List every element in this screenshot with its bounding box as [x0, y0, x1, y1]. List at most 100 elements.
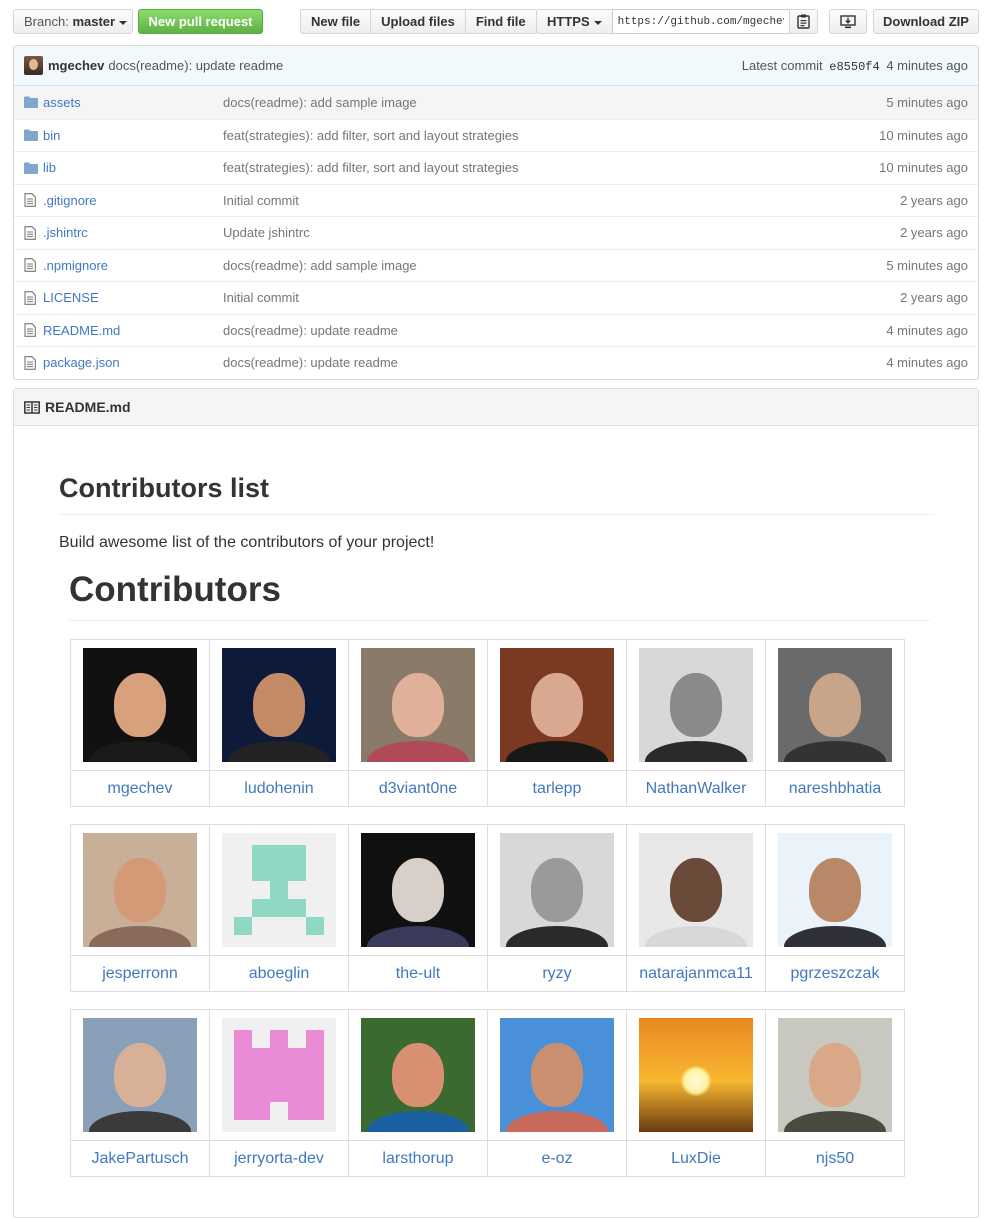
file-name-link[interactable]: lib [43, 160, 223, 175]
commit-age: 4 minutes ago [886, 57, 968, 73]
file-commit-message[interactable]: docs(readme): update readme [223, 355, 398, 370]
avatar[interactable] [500, 648, 614, 762]
table-row[interactable]: assets docs(readme): add sample image 5 mi… [14, 86, 978, 119]
file-name-link[interactable]: bin [43, 128, 223, 143]
table-row[interactable]: LICENSE Initial commit 2 years ago [14, 281, 978, 314]
contributor-link[interactable]: jesperronn [102, 965, 178, 982]
table-row[interactable]: README.md docs(readme): update readme 4 mi… [14, 313, 978, 347]
contributor-link[interactable]: JakePartusch [92, 1150, 189, 1167]
contributor-name-cell: jerryorta-dev [209, 1140, 349, 1177]
contributor-link[interactable]: e-oz [541, 1150, 572, 1167]
avatar[interactable] [83, 1018, 197, 1132]
contributor-link[interactable]: nareshbhatia [789, 780, 882, 797]
table-row[interactable]: lib feat(strategies): add filter, sort an… [14, 151, 978, 184]
file-name-link[interactable]: README.md [43, 323, 223, 338]
commit-message[interactable]: docs(readme): update readme [108, 58, 283, 73]
avatar[interactable] [639, 833, 753, 947]
contributor-link[interactable]: LuxDie [671, 1150, 721, 1167]
avatar[interactable] [778, 648, 892, 762]
clone-url-input[interactable] [611, 9, 790, 34]
file-text-icon [24, 225, 38, 240]
avatar[interactable] [83, 833, 197, 947]
table-row[interactable]: package.json docs(readme): update readme 4… [14, 346, 978, 379]
page-title: Contributors list [59, 473, 935, 515]
caret-down-icon [593, 20, 602, 25]
avatar[interactable] [361, 1018, 475, 1132]
contributor-link[interactable]: NathanWalker [646, 780, 747, 797]
commit-author[interactable]: mgechev [48, 58, 104, 73]
table-row[interactable]: .jshintrc Update jshintrc 2 years ago [14, 216, 978, 249]
identicon-avatar[interactable] [222, 1018, 336, 1132]
contributor-link[interactable]: the-ult [396, 965, 440, 982]
file-commit-message[interactable]: Initial commit [223, 193, 299, 208]
contributor-avatar-cell [209, 639, 349, 771]
avatar[interactable] [778, 833, 892, 947]
table-row[interactable]: .gitignore Initial commit 2 years ago [14, 183, 978, 217]
contributor-link[interactable]: pgrzeszczak [791, 965, 880, 982]
avatar[interactable] [500, 833, 614, 947]
contributor-name-cell: aboeglin [209, 955, 349, 992]
latest-commit-info: Latest commit e8550f4 4 minutes ago [742, 58, 968, 74]
contributor-link[interactable]: ludohenin [244, 780, 313, 797]
find-file-button[interactable]: Find file [464, 9, 537, 34]
file-commit-message[interactable]: docs(readme): update readme [223, 323, 398, 338]
avatar-row [70, 824, 905, 956]
open-in-desktop-button[interactable] [829, 9, 867, 34]
avatar[interactable] [500, 1018, 614, 1132]
file-commit-message[interactable]: docs(readme): add sample image [223, 258, 417, 273]
contributor-link[interactable]: aboeglin [249, 965, 310, 982]
contributor-link[interactable]: d3viant0ne [379, 780, 457, 797]
contributor-link[interactable]: larsthorup [382, 1150, 453, 1167]
file-name-link[interactable]: package.json [43, 355, 223, 370]
table-row[interactable]: .npmignore docs(readme): add sample image… [14, 248, 978, 282]
caret-down-icon [119, 20, 128, 25]
branch-name: master [72, 14, 116, 29]
new-file-button[interactable]: New file [300, 9, 372, 34]
upload-files-button[interactable]: Upload files [370, 9, 466, 34]
file-text-icon [24, 258, 38, 273]
contributor-link[interactable]: njs50 [816, 1150, 854, 1167]
branch-select-button[interactable]: Branch: master [13, 9, 133, 34]
file-commit-message[interactable]: feat(strategies): add filter, sort and l… [223, 128, 519, 143]
avatar[interactable] [361, 833, 475, 947]
contributor-link[interactable]: tarlepp [533, 780, 582, 797]
avatar[interactable] [222, 648, 336, 762]
avatar[interactable] [639, 648, 753, 762]
file-name-link[interactable]: assets [43, 95, 223, 110]
avatar[interactable] [639, 1018, 753, 1132]
file-commit-message[interactable]: docs(readme): add sample image [223, 95, 417, 110]
readme-filename: README.md [45, 399, 131, 415]
copy-url-button[interactable] [788, 9, 818, 34]
file-commit-message[interactable]: Update jshintrc [223, 225, 310, 240]
contributor-avatar-cell [70, 824, 210, 956]
commit-sha[interactable]: e8550f4 [829, 60, 879, 74]
avatar[interactable] [24, 56, 43, 75]
file-name-link[interactable]: .jshintrc [43, 225, 223, 240]
contributor-avatar-cell [70, 1009, 210, 1141]
avatar[interactable] [361, 648, 475, 762]
avatar[interactable] [778, 1018, 892, 1132]
file-name-link[interactable]: .npmignore [43, 258, 223, 273]
readme-panel: README.md Contributors list Build awesom… [13, 388, 979, 1218]
contributor-avatar-cell [348, 639, 488, 771]
download-zip-button[interactable]: Download ZIP [873, 9, 979, 34]
file-text-icon [24, 355, 38, 370]
clone-url-group: HTTPS [536, 9, 818, 34]
file-commit-message[interactable]: Initial commit [223, 290, 299, 305]
avatar[interactable] [83, 648, 197, 762]
file-commit-message[interactable]: feat(strategies): add filter, sort and l… [223, 160, 519, 175]
contributor-link[interactable]: natarajanmca11 [639, 965, 753, 982]
file-name-link[interactable]: .gitignore [43, 193, 223, 208]
contributor-link[interactable]: mgechev [108, 780, 173, 797]
identicon-avatar[interactable] [222, 833, 336, 947]
contributor-name-cell: ludohenin [209, 770, 349, 807]
folder-icon [24, 128, 38, 142]
contributors-table: jesperronn aboeglin the-ult ryzy natarajanmc… [70, 824, 905, 992]
new-pull-request-button[interactable]: New pull request [138, 9, 263, 34]
table-row[interactable]: bin feat(strategies): add filter, sort an… [14, 118, 978, 152]
file-name-link[interactable]: LICENSE [43, 290, 223, 305]
contributor-link[interactable]: jerryorta-dev [234, 1150, 324, 1167]
folder-icon [24, 95, 38, 109]
clone-protocol-button[interactable]: HTTPS [536, 9, 613, 34]
contributor-link[interactable]: ryzy [542, 965, 571, 982]
